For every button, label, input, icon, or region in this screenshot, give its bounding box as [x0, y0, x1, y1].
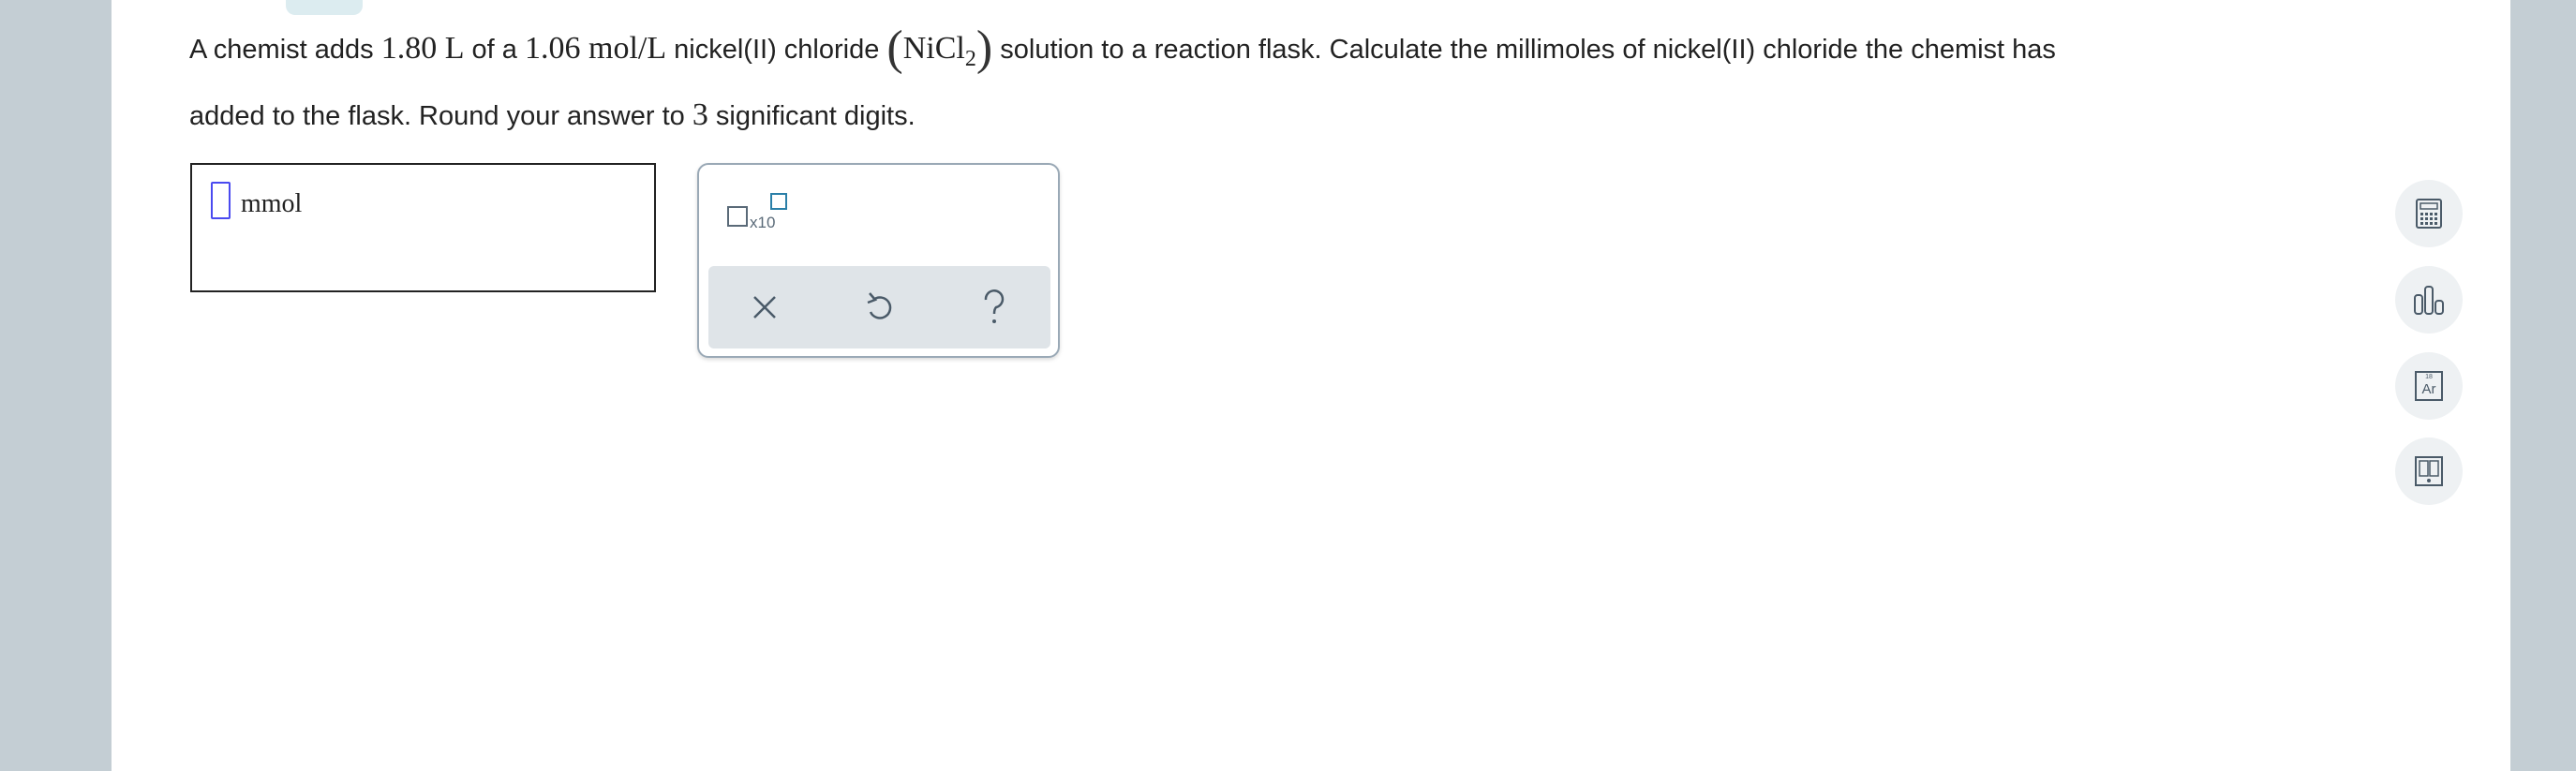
answer-input-field[interactable] [211, 182, 231, 219]
math-palette: x10 [697, 163, 1060, 358]
periodic-table-button[interactable]: 18 Ar [2395, 352, 2463, 420]
element-symbol: Ar [2421, 381, 2436, 397]
periodic-table-icon: 18 Ar [2415, 371, 2443, 401]
question-segment: significant digits. [707, 100, 916, 131]
help-button[interactable] [966, 283, 1022, 332]
exponent-placeholder-icon [770, 193, 787, 210]
close-icon [753, 296, 776, 319]
top-tab[interactable] [286, 0, 363, 15]
sig-figs-value: 3 [692, 96, 708, 132]
bar-chart-icon [2414, 286, 2444, 315]
right-paren: ) [975, 22, 993, 75]
chemical-formula: NiCl2 [902, 31, 976, 71]
answer-unit: mmol [241, 189, 303, 218]
calculator-button[interactable] [2395, 180, 2463, 247]
question-segment: A chemist adds [189, 35, 381, 65]
formula-base: NiCl [902, 31, 965, 66]
question-segment: solution to a reaction flask. Calculate … [992, 35, 2056, 65]
book-icon [2415, 456, 2443, 486]
question-mark-icon [984, 289, 1005, 323]
formula-subscript: 2 [964, 46, 976, 71]
question-segment: nickel(II) chloride [666, 35, 887, 65]
atomic-number: 18 [2425, 374, 2433, 380]
question-text: A chemist adds 1.80 L of a 1.06 mol/L ni… [189, 21, 2457, 144]
palette-toolbar [708, 266, 1050, 348]
question-segment: of a [464, 35, 525, 65]
undo-icon [867, 292, 892, 319]
answer-input-box[interactable]: mmol [190, 163, 656, 292]
base-placeholder-icon [727, 206, 748, 227]
scientific-notation-button[interactable]: x10 [727, 193, 787, 240]
undo-button[interactable] [851, 283, 907, 332]
x10-label: x10 [750, 214, 776, 231]
concentration-value: 1.06 mol/L [525, 31, 667, 66]
reference-button[interactable] [2395, 437, 2463, 505]
clear-button[interactable] [737, 283, 793, 332]
page-content: A chemist adds 1.80 L of a 1.06 mol/L ni… [112, 0, 2510, 771]
data-button[interactable] [2395, 266, 2463, 334]
calculator-icon [2416, 199, 2442, 229]
question-segment: added to the flask. Round your answer to [189, 100, 692, 131]
volume-value: 1.80 L [380, 31, 465, 66]
left-paren: ( [886, 22, 903, 75]
